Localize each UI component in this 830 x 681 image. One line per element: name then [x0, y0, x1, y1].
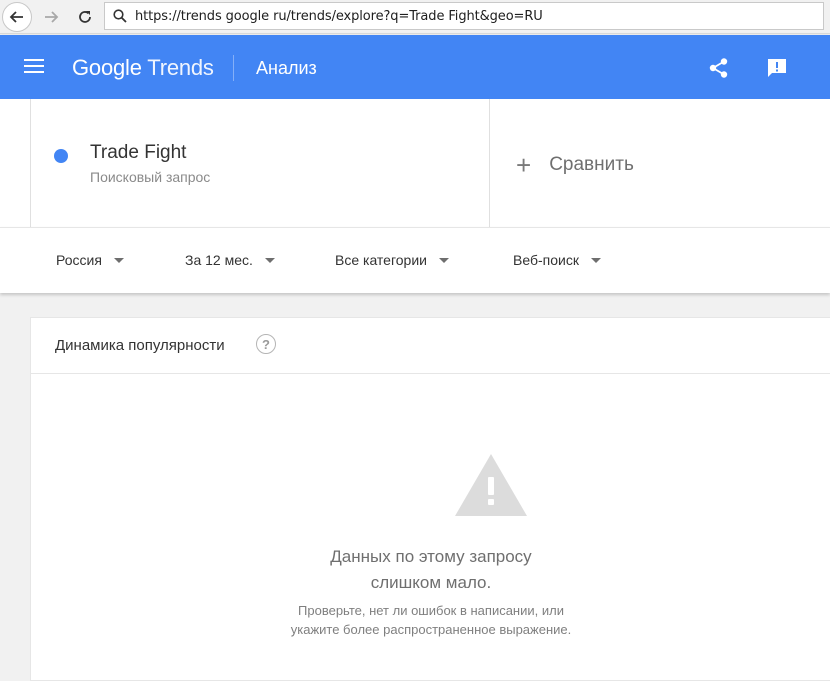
search-type-dropdown[interactable]: Веб-поиск: [513, 252, 601, 268]
caret-down-icon: [113, 258, 124, 263]
term-type: Поисковый запрос: [90, 169, 211, 185]
search-term-card[interactable]: Trade Fight Поисковый запрос: [30, 99, 490, 227]
feedback-icon[interactable]: [766, 57, 788, 84]
no-data-line-2: слишком мало.: [370, 573, 492, 592]
plus-icon: +: [516, 150, 532, 180]
interest-over-time-card: Динамика популярности ? Данных по этому …: [30, 317, 830, 681]
help-icon[interactable]: ?: [256, 334, 276, 354]
url-text: https://trends google ru/trends/explore?…: [135, 8, 543, 24]
forward-button[interactable]: [36, 2, 66, 32]
logo-google: Google: [72, 55, 142, 80]
search-icon: [113, 9, 127, 23]
filter-bar: Россия За 12 мес. Все категории Веб-поис…: [0, 227, 830, 293]
menu-icon[interactable]: [24, 59, 44, 75]
card-title: Динамика популярности: [55, 337, 225, 354]
header-divider: [233, 55, 234, 81]
caret-down-icon: [264, 258, 275, 263]
region-label: Россия: [56, 252, 102, 268]
term-row: Trade Fight Поисковый запрос + Сравнить: [0, 99, 830, 227]
no-data-line-1: Данных по этому запросу: [330, 547, 532, 566]
caret-down-icon: [438, 258, 449, 263]
search-type-label: Веб-поиск: [513, 252, 579, 268]
region-dropdown[interactable]: Россия: [56, 252, 124, 268]
page-title: Анализ: [256, 58, 317, 78]
compare-button[interactable]: + Сравнить: [516, 150, 634, 180]
google-trends-logo[interactable]: Google Trends: [72, 55, 214, 81]
warning-icon: [453, 452, 529, 523]
arrow-right-icon: [45, 10, 59, 23]
category-dropdown[interactable]: Все категории: [335, 252, 449, 268]
logo-trends: Trends: [147, 55, 214, 80]
hint-line-1: Проверьте, нет ли ошибок в написании, ил…: [298, 603, 564, 618]
address-bar[interactable]: https://trends google ru/trends/explore?…: [104, 2, 824, 30]
no-data-hint: Проверьте, нет ли ошибок в написании, ил…: [31, 601, 830, 639]
period-dropdown[interactable]: За 12 мес.: [185, 252, 275, 268]
hint-line-2: укажите более распространенное выражение…: [290, 622, 572, 637]
term-name: Trade Fight: [90, 142, 187, 163]
share-icon[interactable]: [708, 57, 730, 84]
reload-icon: [79, 10, 91, 23]
app-header: Google Trends Анализ: [0, 35, 830, 99]
no-data-message: Данных по этому запросу слишком мало.: [31, 544, 830, 596]
arrow-left-icon: [9, 10, 23, 23]
category-label: Все категории: [335, 252, 427, 268]
back-button[interactable]: [2, 1, 32, 32]
caret-down-icon: [590, 258, 601, 263]
browser-toolbar: https://trends google ru/trends/explore?…: [0, 0, 830, 34]
period-label: За 12 мес.: [185, 252, 253, 268]
reload-button[interactable]: [70, 2, 100, 32]
term-color-dot: [54, 149, 68, 163]
compare-label: Сравнить: [549, 154, 634, 175]
card-header: Динамика популярности ?: [31, 318, 830, 374]
